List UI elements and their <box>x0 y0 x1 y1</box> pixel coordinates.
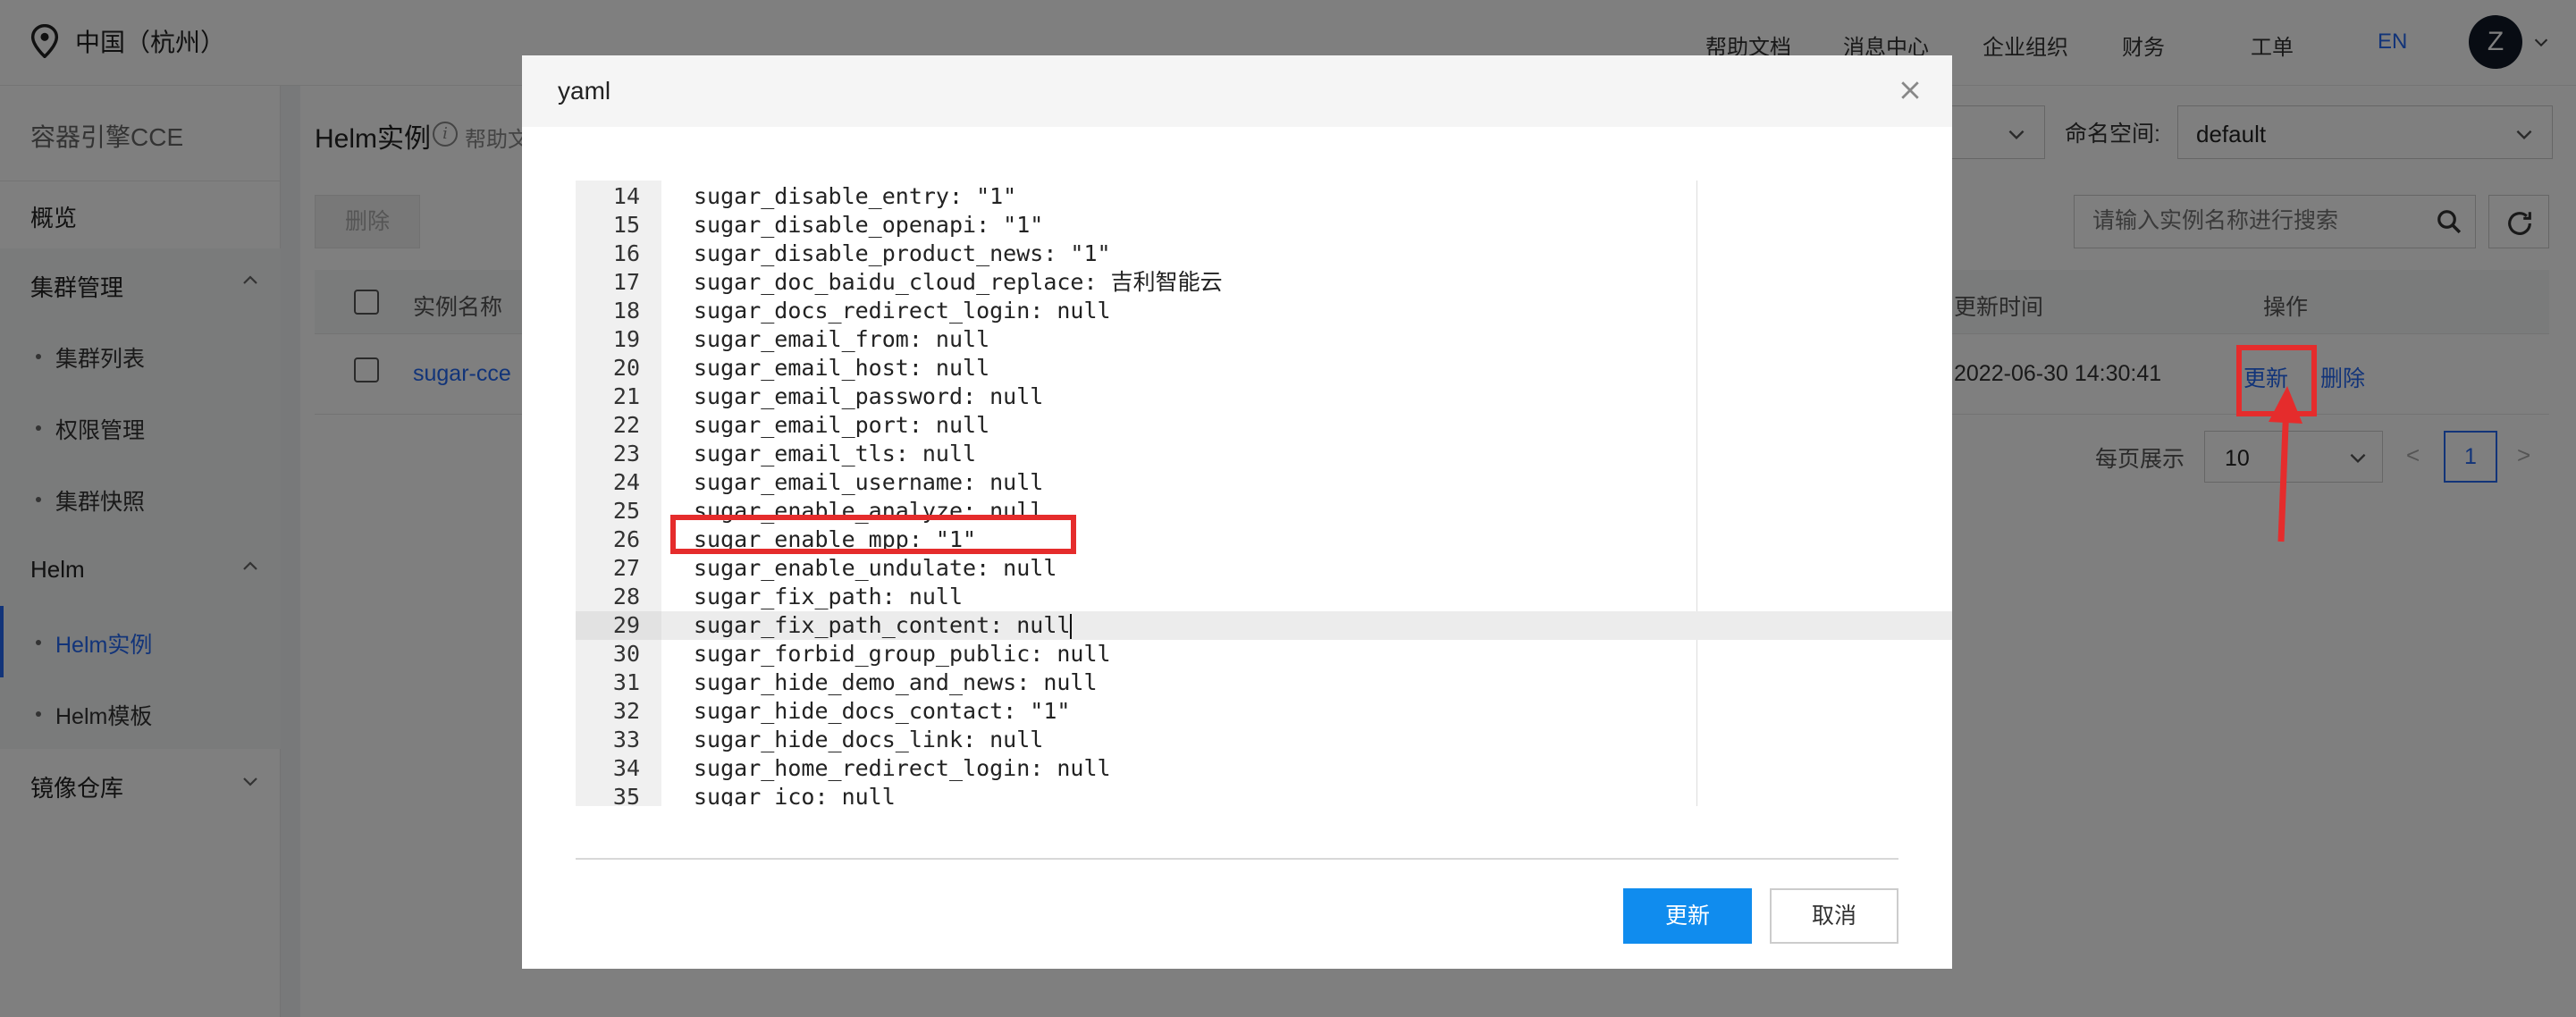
line-number: 15 <box>612 212 640 238</box>
line-number: 27 <box>612 555 640 581</box>
dialog-divider <box>576 858 1898 860</box>
line-number: 20 <box>612 355 640 381</box>
line-number: 16 <box>612 240 640 266</box>
code-line[interactable]: 14 sugar_disable_entry: "1" <box>576 182 1952 211</box>
code-line[interactable]: 20 sugar_email_host: null <box>576 354 1952 382</box>
line-number: 19 <box>612 326 640 352</box>
code-line[interactable]: 34 sugar_home_redirect_login: null <box>576 754 1952 783</box>
line-number: 31 <box>612 669 640 695</box>
line-number: 29 <box>576 611 661 640</box>
line-number: 17 <box>612 269 640 295</box>
line-number: 14 <box>612 183 640 209</box>
code-line[interactable]: 35 sugar_ico: null <box>576 783 1952 806</box>
code-text: sugar_home_redirect_login: null <box>694 755 1111 781</box>
line-number: 18 <box>612 298 640 324</box>
close-icon[interactable] <box>1897 77 1924 104</box>
code-line[interactable]: 17 sugar_doc_baidu_cloud_replace: 吉利智能云 <box>576 268 1952 297</box>
code-text: sugar_disable_product_news: "1" <box>694 240 1111 266</box>
code-line[interactable]: 24 sugar_email_username: null <box>576 468 1952 497</box>
code-line[interactable]: 18 sugar_docs_redirect_login: null <box>576 297 1952 325</box>
line-number: 32 <box>612 698 640 724</box>
code-text: sugar_email_password: null <box>694 383 1044 409</box>
code-line[interactable]: 27 sugar_enable_undulate: null <box>576 554 1952 583</box>
line-number: 30 <box>612 641 640 667</box>
code-text: sugar_hide_docs_contact: "1" <box>694 698 1071 724</box>
code-line[interactable]: 28 sugar_fix_path: null <box>576 583 1952 611</box>
cancel-button[interactable]: 取消 <box>1770 888 1898 944</box>
code-line[interactable]: 33 sugar_hide_docs_link: null <box>576 726 1952 754</box>
code-line[interactable]: 22 sugar_email_port: null <box>576 411 1952 440</box>
code-text: sugar_email_from: null <box>694 326 990 352</box>
update-button[interactable]: 更新 <box>1623 888 1752 944</box>
code-text: sugar_email_port: null <box>694 412 990 438</box>
line-number: 35 <box>612 784 640 806</box>
code-line[interactable]: 30 sugar_forbid_group_public: null <box>576 640 1952 668</box>
code-line[interactable]: 23 sugar_email_tls: null <box>576 440 1952 468</box>
code-text: sugar_doc_baidu_cloud_replace: 吉利智能云 <box>694 269 1223 295</box>
code-line[interactable]: 32 sugar_hide_docs_contact: "1" <box>576 697 1952 726</box>
code-text: sugar_hide_demo_and_news: null <box>694 669 1098 695</box>
code-line[interactable]: 19 sugar_email_from: null <box>576 325 1952 354</box>
dialog-title: yaml <box>558 77 611 105</box>
code-text: sugar_email_host: null <box>694 355 990 381</box>
code-text: sugar_fix_path_content: null <box>694 612 1073 639</box>
code-text: sugar_disable_entry: "1" <box>694 183 1017 209</box>
line-number: 23 <box>612 441 640 466</box>
code-line[interactable]: 29 sugar_fix_path_content: null <box>576 611 1952 640</box>
code-text: sugar_forbid_group_public: null <box>694 641 1111 667</box>
code-text: sugar_enable_undulate: null <box>694 555 1057 581</box>
text-cursor <box>1070 614 1073 639</box>
code-text: sugar_docs_redirect_login: null <box>694 298 1111 324</box>
code-text: sugar_hide_docs_link: null <box>694 727 1044 752</box>
code-line[interactable]: 16 sugar_disable_product_news: "1" <box>576 240 1952 268</box>
line-number: 34 <box>612 755 640 781</box>
code-line[interactable]: 31 sugar_hide_demo_and_news: null <box>576 668 1952 697</box>
yaml-editor[interactable]: 14 sugar_disable_entry: "1" 15 sugar_disabl… <box>576 181 1952 806</box>
line-number: 25 <box>612 498 640 524</box>
code-line[interactable]: 15 sugar_disable_openapi: "1" <box>576 211 1952 240</box>
code-text: sugar_ico: null <box>694 784 896 806</box>
line-number: 28 <box>612 584 640 609</box>
line-number: 21 <box>612 383 640 409</box>
line-number: 22 <box>612 412 640 438</box>
code-text: sugar_email_tls: null <box>694 441 977 466</box>
code-text: sugar_fix_path: null <box>694 584 964 609</box>
annotation-arrow-icon <box>2269 386 2302 542</box>
line-number: 33 <box>612 727 640 752</box>
yaml-dialog: yaml 14 sugar_disable_entry: "1" 15 sugar_d… <box>522 55 1952 969</box>
code-text: sugar_email_username: null <box>694 469 1044 495</box>
line-number: 24 <box>612 469 640 495</box>
code-line[interactable]: 21 sugar_email_password: null <box>576 382 1952 411</box>
annotation-highlight-box <box>670 515 1076 554</box>
dialog-header: yaml <box>522 55 1952 127</box>
code-text: sugar_disable_openapi: "1" <box>694 212 1044 238</box>
line-number: 26 <box>612 526 640 552</box>
